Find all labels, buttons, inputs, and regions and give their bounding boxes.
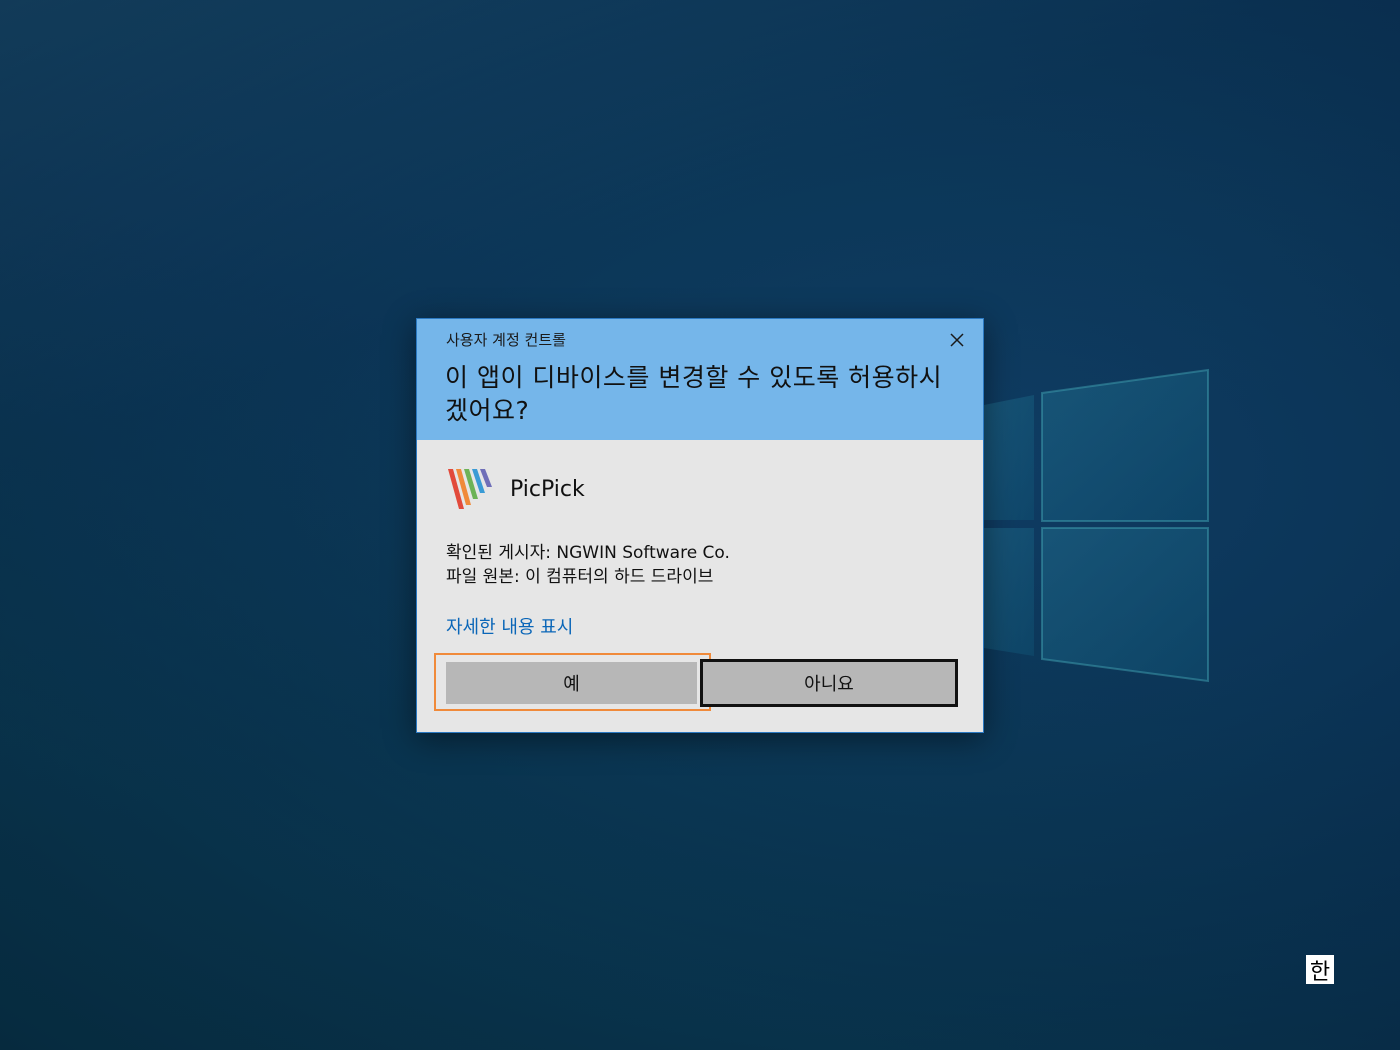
ime-indicator[interactable]: 한 <box>1306 955 1334 985</box>
origin-text: 파일 원본: 이 컴퓨터의 하드 드라이브 <box>446 567 714 587</box>
close-icon <box>950 333 964 347</box>
publisher-text: 확인된 게시자: NGWIN Software Co. <box>446 543 730 563</box>
app-name: PicPick <box>510 476 585 502</box>
app-details: 확인된 게시자: NGWIN Software Co. 파일 원본: 이 컴퓨터… <box>446 541 730 589</box>
dialog-question: 이 앱이 디바이스를 변경할 수 있도록 허용하시겠어요? <box>445 363 943 425</box>
no-button[interactable]: 아니요 <box>700 659 958 707</box>
close-button[interactable] <box>943 327 971 353</box>
picpick-app-icon <box>448 469 492 509</box>
dialog-caption: 사용자 계정 컨트롤 <box>446 331 566 349</box>
show-details-link[interactable]: 자세한 내용 표시 <box>446 613 573 639</box>
yes-button[interactable]: 예 <box>446 662 697 704</box>
uac-dialog: 사용자 계정 컨트롤 이 앱이 디바이스를 변경할 수 있도록 허용하시겠어요?… <box>416 318 984 733</box>
app-info-row: PicPick <box>446 465 585 513</box>
uac-header: 사용자 계정 컨트롤 이 앱이 디바이스를 변경할 수 있도록 허용하시겠어요? <box>417 319 983 440</box>
